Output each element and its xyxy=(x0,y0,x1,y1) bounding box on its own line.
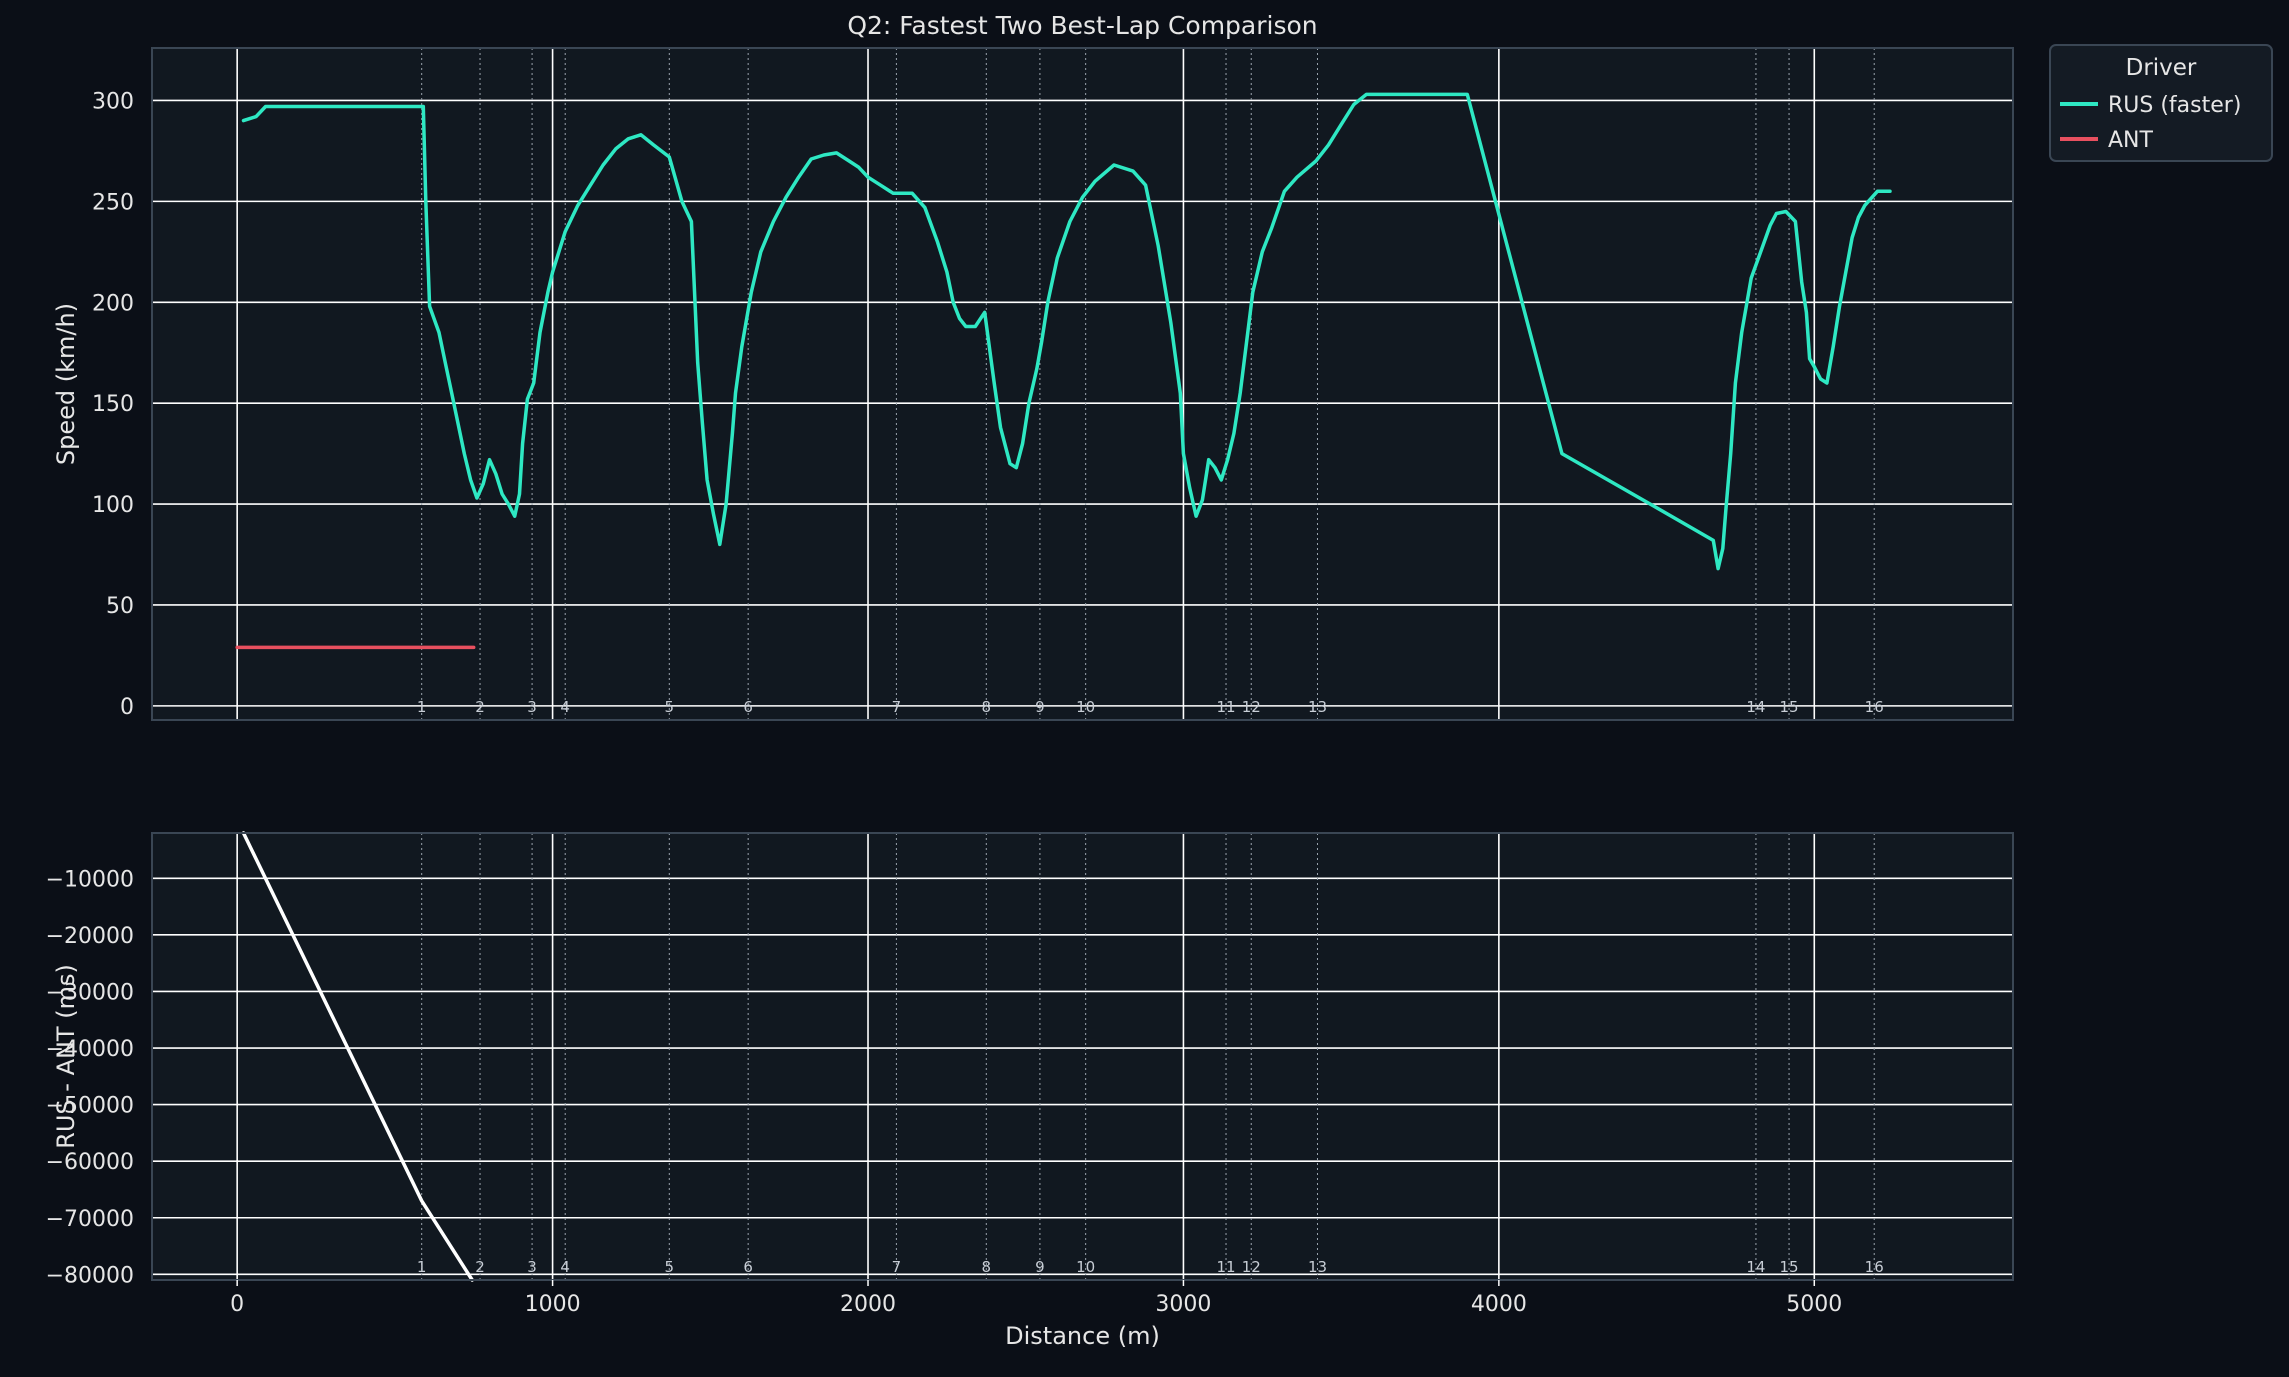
x-tick-label: 2000 xyxy=(840,1292,896,1317)
corner-label: 12 xyxy=(1242,1258,1261,1276)
corner-label: 6 xyxy=(743,698,753,716)
y-axis-label: Speed (km/h) xyxy=(52,303,80,465)
x-tick-label: 3000 xyxy=(1155,1292,1211,1317)
y-tick-label: −70000 xyxy=(46,1207,134,1232)
corner-label: 2 xyxy=(475,1258,485,1276)
corner-label: 13 xyxy=(1308,1258,1327,1276)
corner-label: 16 xyxy=(1865,698,1884,716)
corner-label: 7 xyxy=(892,1258,902,1276)
x-axis-label: Distance (m) xyxy=(1005,1322,1160,1350)
x-tick-label: 5000 xyxy=(1786,1292,1842,1317)
corner-label: 8 xyxy=(982,698,992,716)
corner-label: 6 xyxy=(743,1258,753,1276)
y-tick-label: 300 xyxy=(92,89,134,114)
lap-comparison-figure: Q2: Fastest Two Best-Lap Comparison 0 50 10… xyxy=(0,0,2289,1373)
corner-label: 10 xyxy=(1076,698,1095,716)
y-tick-label: 150 xyxy=(92,392,134,417)
y-axis-label: RUS - ANT (ms) xyxy=(52,964,80,1149)
legend-entry: RUS (faster) xyxy=(2108,93,2241,118)
corner-label: 3 xyxy=(527,1258,537,1276)
y-tick-label: −10000 xyxy=(46,867,134,892)
corner-label: 14 xyxy=(1746,698,1765,716)
corner-label: 4 xyxy=(560,1258,570,1276)
corner-label: 14 xyxy=(1746,1258,1765,1276)
x-tick-label: 4000 xyxy=(1471,1292,1527,1317)
legend-title: Driver xyxy=(2126,55,2197,81)
y-tick-label: −20000 xyxy=(46,924,134,949)
corner-label: 11 xyxy=(1216,1258,1235,1276)
corner-label: 10 xyxy=(1076,1258,1095,1276)
x-tick-label: 0 xyxy=(230,1292,244,1317)
y-tick-label: 0 xyxy=(120,695,134,720)
corner-label: 4 xyxy=(560,698,570,716)
corner-label: 15 xyxy=(1780,698,1799,716)
y-tick-label: 100 xyxy=(92,493,134,518)
y-tick-label: 200 xyxy=(92,291,134,316)
corner-label: 2 xyxy=(475,698,485,716)
y-tick-label: 50 xyxy=(106,594,134,619)
corner-label: 3 xyxy=(527,698,537,716)
corner-label: 1 xyxy=(417,1258,427,1276)
corner-label: 9 xyxy=(1035,698,1045,716)
corner-label: 7 xyxy=(892,698,902,716)
corner-label: 11 xyxy=(1216,698,1235,716)
legend-entry: ANT xyxy=(2108,128,2154,153)
corner-label: 16 xyxy=(1865,1258,1884,1276)
corner-label: 8 xyxy=(982,1258,992,1276)
corner-label: 1 xyxy=(417,698,427,716)
corner-label: 5 xyxy=(665,1258,675,1276)
corner-label: 9 xyxy=(1035,1258,1045,1276)
chart-canvas: Q2: Fastest Two Best-Lap Comparison05010… xyxy=(46,11,2273,1350)
corner-label: 12 xyxy=(1242,698,1261,716)
corner-label: 15 xyxy=(1780,1258,1799,1276)
y-tick-label: −60000 xyxy=(46,1150,134,1175)
y-tick-label: 250 xyxy=(92,190,134,215)
corner-label: 5 xyxy=(665,698,675,716)
corner-label: 13 xyxy=(1308,698,1327,716)
x-tick-label: 1000 xyxy=(525,1292,581,1317)
y-tick-label: −80000 xyxy=(46,1263,134,1288)
chart-title: Q2: Fastest Two Best-Lap Comparison xyxy=(847,11,1317,40)
